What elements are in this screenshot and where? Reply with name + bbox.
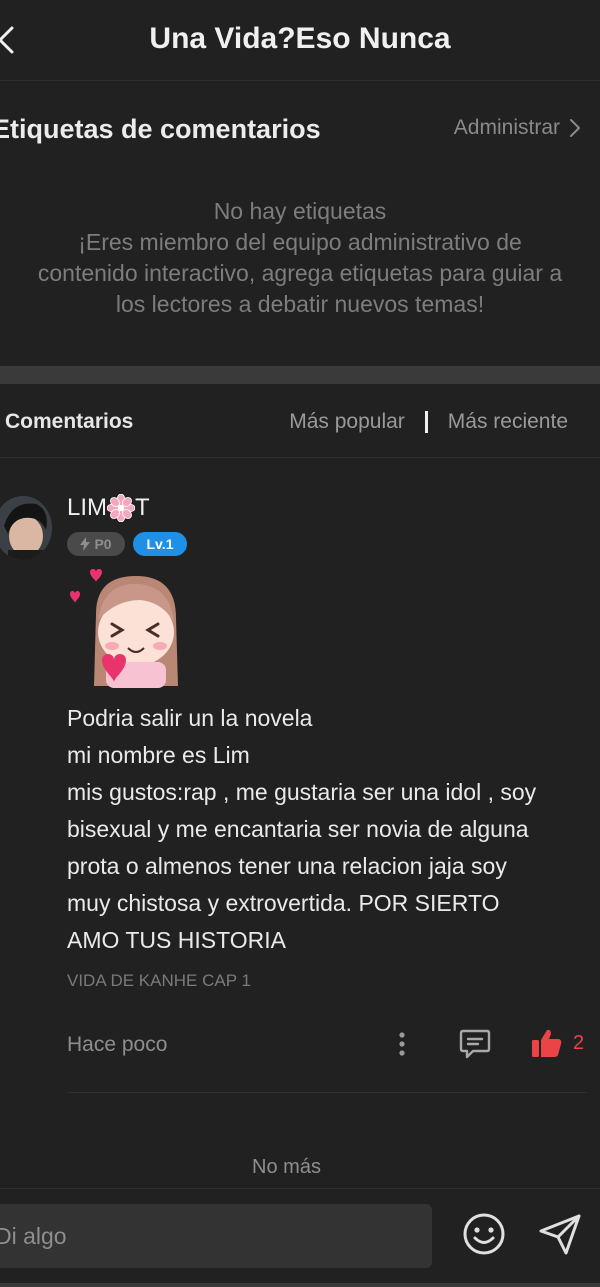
sort-options: Más popular Más reciente xyxy=(289,410,568,434)
empty-line: contenido interactivo, agrega etiquetas … xyxy=(37,260,563,286)
tags-empty-state: No hay etiquetas ¡Eres miembro del equip… xyxy=(0,196,600,320)
manage-tags-label: Administrar xyxy=(453,116,560,139)
points-badge: P0 xyxy=(67,532,125,556)
no-more-label: No más xyxy=(252,1156,321,1178)
comment-divider xyxy=(67,1092,587,1093)
smiley-icon xyxy=(463,1213,505,1255)
level-badge: Lv.1 xyxy=(133,532,187,556)
thumbs-up-icon xyxy=(532,1029,562,1057)
comments-label: Comentarios xyxy=(5,410,134,433)
comment-body: Podria salir un la novela mi nombre es L… xyxy=(67,700,592,959)
manage-tags-link[interactable]: Administrar xyxy=(454,116,582,140)
girl-heart-sticker xyxy=(66,568,184,688)
comments-header: Comentarios Más popular Más reciente xyxy=(0,384,600,458)
comment-line: muy chistosa y extrovertida. POR SIERTO xyxy=(67,890,500,916)
bottom-edge xyxy=(0,1283,600,1287)
comment-tags-title: Etiquetas de comentarios xyxy=(0,114,321,144)
sort-popular-tab[interactable]: Más popular xyxy=(289,410,405,434)
like-count: 2 xyxy=(573,1031,585,1054)
empty-line: ¡Eres miembro del equipo administrativo … xyxy=(78,229,522,255)
chapter-reference[interactable]: VIDA DE KANHE CAP 1 xyxy=(67,971,251,991)
avatar[interactable] xyxy=(0,496,52,560)
username-text: T xyxy=(135,494,150,521)
comment-composer: Di algo xyxy=(0,1188,600,1287)
emoji-button[interactable] xyxy=(461,1211,507,1257)
more-options-button[interactable] xyxy=(392,1030,412,1058)
reply-button[interactable] xyxy=(458,1027,492,1061)
comment-input[interactable]: Di algo xyxy=(0,1204,432,1268)
comment-line: Podria salir un la novela xyxy=(67,705,313,731)
send-icon xyxy=(539,1214,581,1255)
user-badges: P0 Lv.1 xyxy=(67,532,187,556)
more-vertical-icon xyxy=(399,1032,405,1056)
comment-time: Hace poco xyxy=(67,1033,168,1056)
username-text: LIM xyxy=(67,494,108,521)
sort-separator xyxy=(424,411,428,433)
chevron-right-icon xyxy=(570,119,580,137)
comment-line: prota o almenos tener una relacion jaja … xyxy=(67,853,507,879)
sort-recent-tab[interactable]: Más reciente xyxy=(448,410,568,434)
comment-line: AMO TUS HISTORIA xyxy=(67,927,286,953)
empty-line: los lectores a debatir nuevos temas! xyxy=(115,291,485,317)
comment-icon xyxy=(459,1029,491,1059)
send-button[interactable] xyxy=(536,1211,584,1257)
comment-line: mis gustos:rap , me gustaria ser una ido… xyxy=(67,779,537,805)
page-title: Una Vida?Eso Nunca xyxy=(149,22,451,55)
like-button[interactable]: 2 xyxy=(531,1028,584,1058)
avatar-image xyxy=(0,496,52,560)
comment-username[interactable]: LIM T xyxy=(67,494,150,522)
top-bar: Una Vida?Eso Nunca xyxy=(0,0,600,81)
empty-title: No hay etiquetas xyxy=(213,198,387,224)
flower-icon xyxy=(107,494,136,522)
section-divider xyxy=(0,366,600,384)
comment-line: bisexual y me encantaria ser novia de al… xyxy=(67,816,529,842)
lightning-icon xyxy=(80,537,91,551)
points-value: P0 xyxy=(94,536,112,552)
comment-line: mi nombre es Lim xyxy=(67,742,250,768)
